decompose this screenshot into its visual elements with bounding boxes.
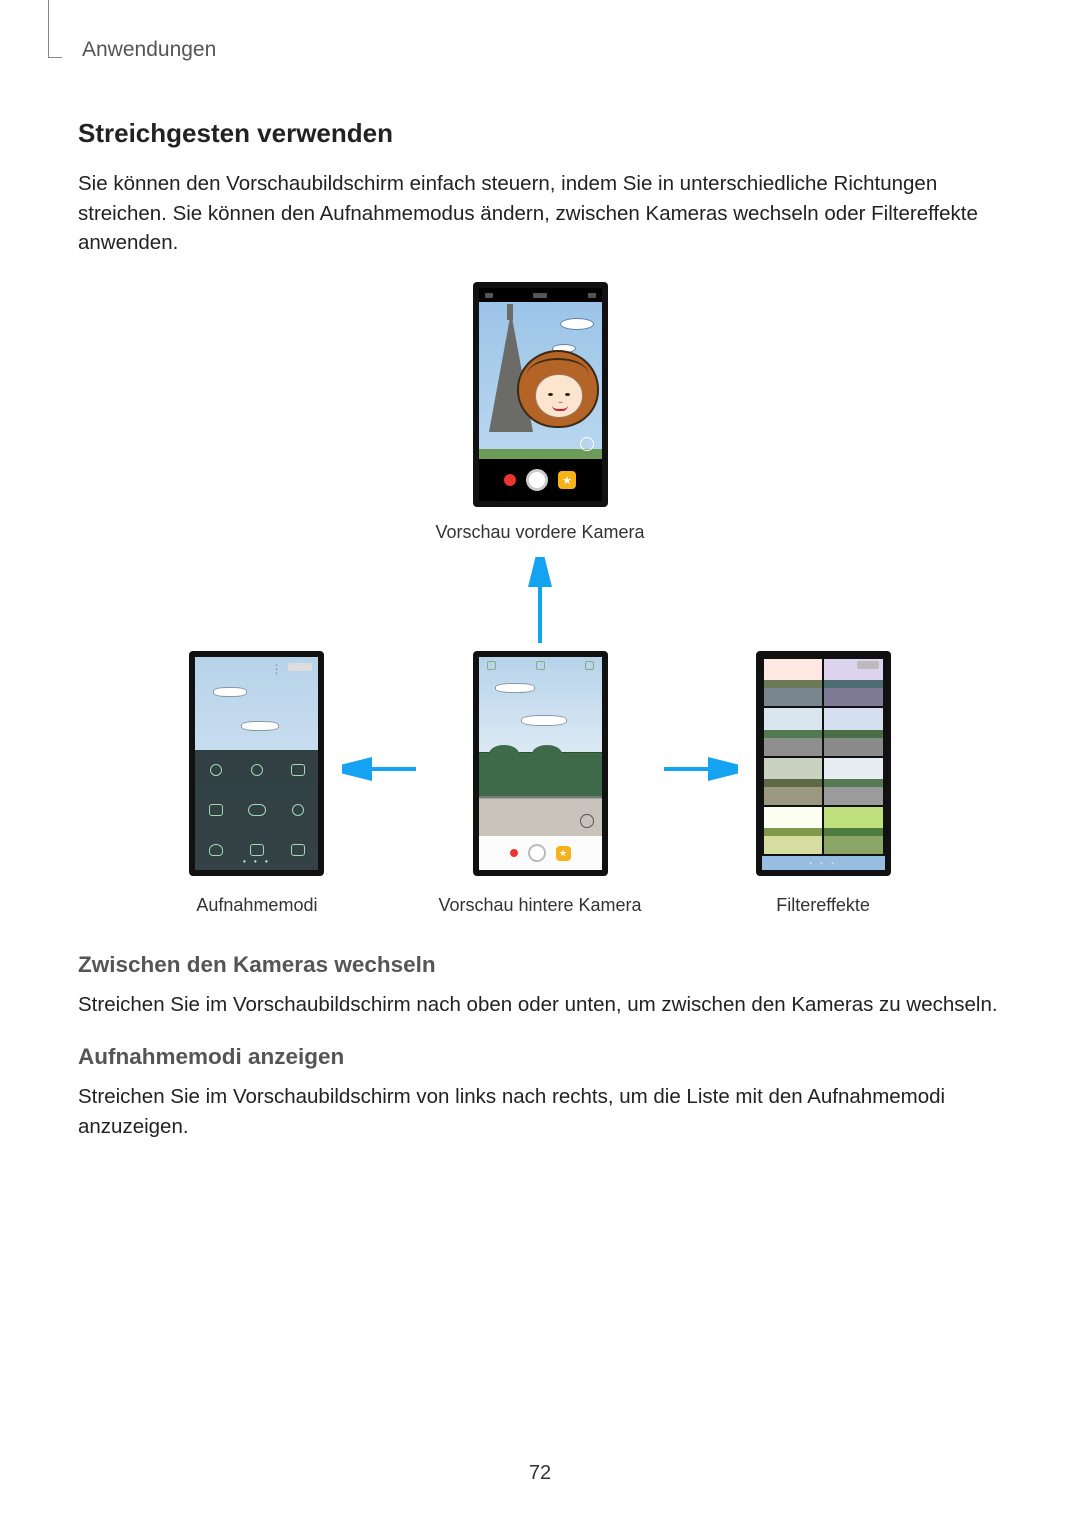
document-page: Anwendungen Streichgesten verwenden Sie … xyxy=(0,0,1080,1141)
record-icon xyxy=(504,474,516,486)
mode-icon xyxy=(209,844,223,856)
figure-front-camera-preview: ★ xyxy=(473,282,608,507)
shutter-icon xyxy=(528,844,546,862)
gesture-diagram: ★ Vorschau vordere Kamera ⋮ xyxy=(78,282,1002,916)
subsection-body-switch-camera: Streichen Sie im Vorschaubildschirm nach… xyxy=(78,990,1002,1020)
camera-control-bar: ★ xyxy=(479,459,602,501)
figure-caption-left: Aufnahmemodi xyxy=(189,895,324,916)
effects-icon: ★ xyxy=(558,471,576,489)
flash-icon xyxy=(585,661,594,670)
record-icon xyxy=(510,849,518,857)
page-tab-mark xyxy=(48,0,62,58)
shutter-icon xyxy=(526,469,548,491)
section-title: Streichgesten verwenden xyxy=(78,118,1002,149)
section-intro: Sie können den Vorschaubildschirm einfac… xyxy=(78,169,1002,258)
mode-icon xyxy=(210,764,222,776)
mode-icon xyxy=(250,844,264,856)
arrow-left-icon xyxy=(342,749,420,789)
figure-shooting-modes: ⋮ xyxy=(189,651,324,876)
phone-status-bar xyxy=(479,288,602,302)
arrow-up-icon xyxy=(520,557,560,647)
switch-camera-icon xyxy=(580,814,594,828)
subsection-title-switch-camera: Zwischen den Kameras wechseln xyxy=(78,952,1002,978)
figure-caption-top: Vorschau vordere Kamera xyxy=(78,522,1002,543)
mode-icon xyxy=(291,844,305,856)
subsection-title-show-modes: Aufnahmemodi anzeigen xyxy=(78,1044,1002,1070)
mode-icon xyxy=(248,804,266,816)
arrow-right-icon xyxy=(660,749,738,789)
figure-rear-camera-preview: ★ xyxy=(473,651,608,876)
mode-icon xyxy=(291,764,305,776)
figure-caption-center: Vorschau hintere Kamera xyxy=(438,895,641,916)
aspect-icon xyxy=(536,661,545,670)
mode-icon xyxy=(209,804,223,816)
page-number: 72 xyxy=(0,1462,1080,1485)
subsection-body-show-modes: Streichen Sie im Vorschaubildschirm von … xyxy=(78,1082,1002,1141)
effects-icon: ★ xyxy=(556,846,571,861)
camera-control-bar: ★ xyxy=(479,836,602,870)
mode-icon xyxy=(292,804,304,816)
mode-icon xyxy=(251,764,263,776)
figure-caption-right: Filtereffekte xyxy=(756,895,891,916)
figure-filter-effects: • • • xyxy=(756,651,891,876)
breadcrumb: Anwendungen xyxy=(82,38,1002,62)
settings-icon xyxy=(487,661,496,670)
switch-camera-icon xyxy=(580,437,594,451)
